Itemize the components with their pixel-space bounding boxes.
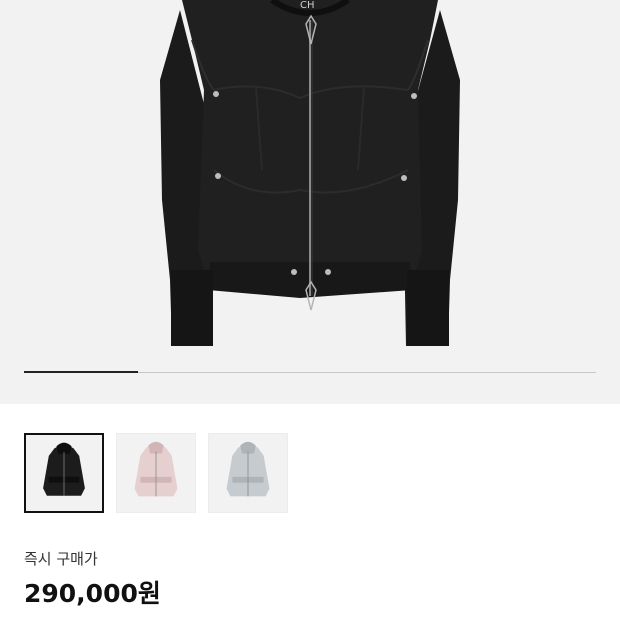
product-image-carousel[interactable]: CH <box>0 0 620 404</box>
price-label: 즉시 구매가 <box>24 550 98 568</box>
color-thumbnail-pink[interactable] <box>116 433 196 513</box>
carousel-progress-fill <box>24 371 139 373</box>
brand-mark: CH <box>300 0 315 11</box>
thumbnail-jacket-image <box>43 442 85 496</box>
carousel-progress <box>24 371 596 373</box>
jacket-image: CH <box>160 0 460 346</box>
price-value: 290,000원 <box>24 579 161 608</box>
color-thumbnail-black[interactable] <box>24 433 104 513</box>
thumbnail-jacket-image <box>134 441 178 497</box>
color-thumbnail-list <box>24 433 300 513</box>
color-thumbnail-grey[interactable] <box>208 433 288 513</box>
thumbnail-jacket-image <box>226 441 270 497</box>
